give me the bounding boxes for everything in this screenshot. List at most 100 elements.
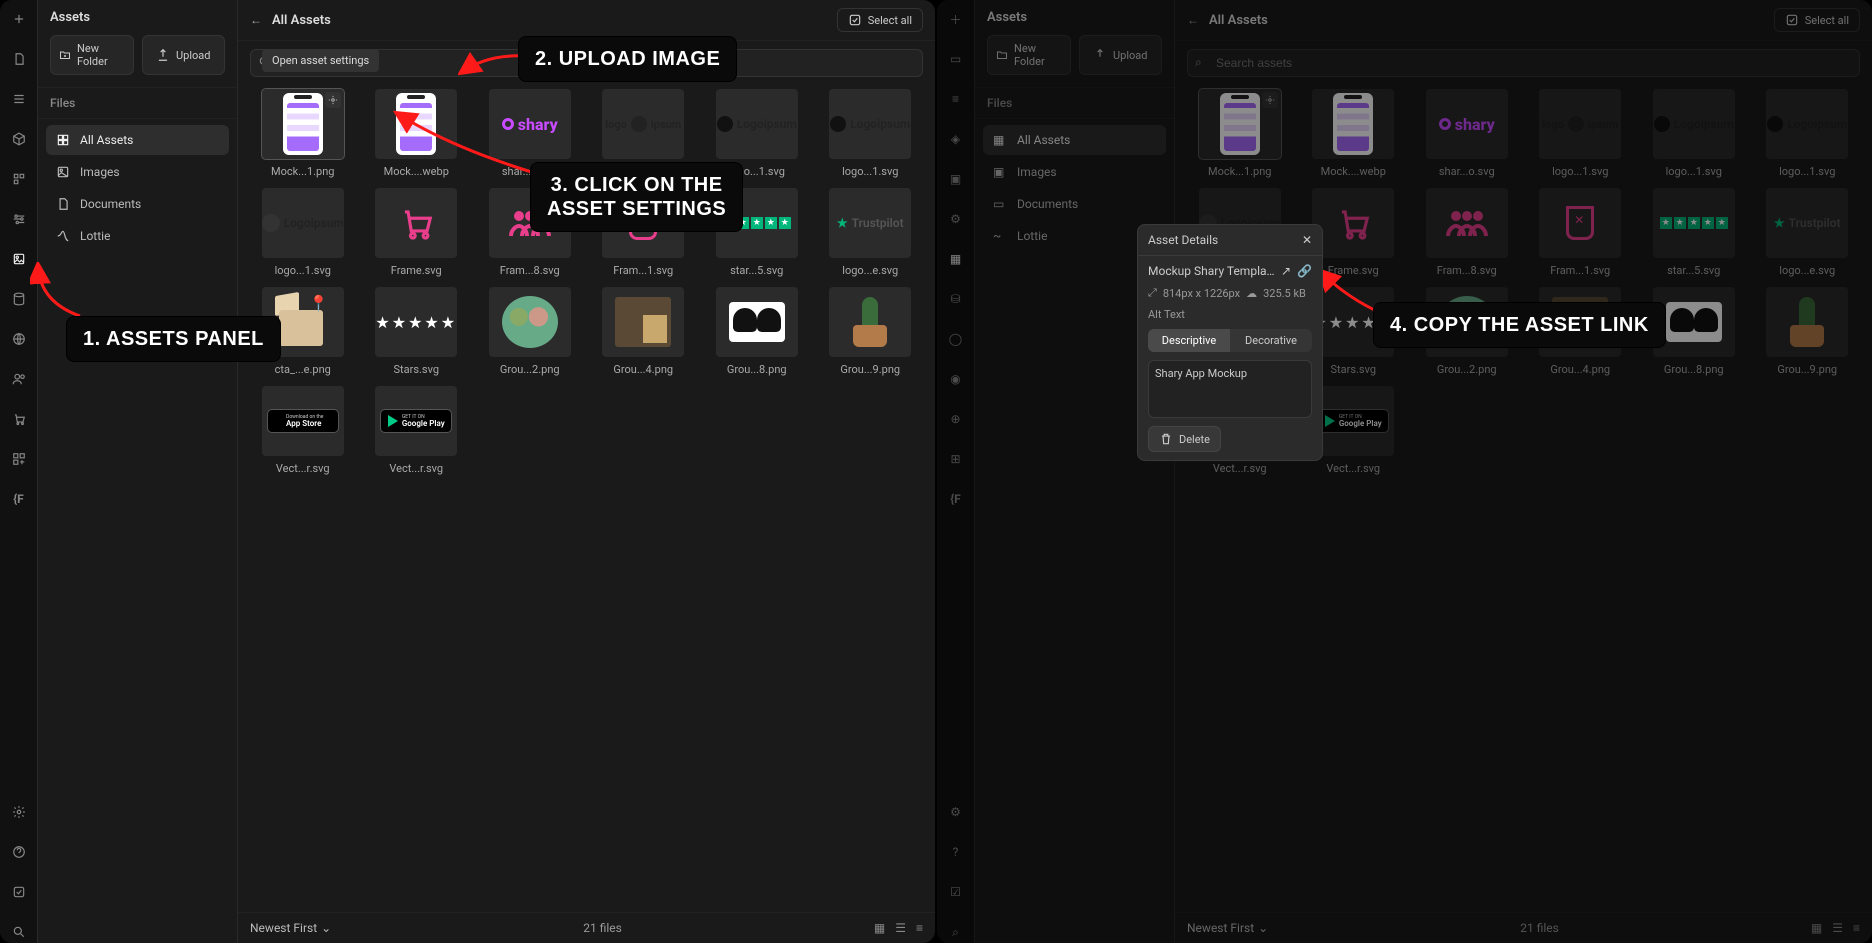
- page-icon[interactable]: ▭: [945, 48, 967, 70]
- cube-icon[interactable]: [8, 128, 30, 150]
- asset-thumb[interactable]: Logoipsum: [1653, 89, 1735, 159]
- asset-thumb[interactable]: ★Trustpilot: [829, 188, 911, 258]
- cart-icon[interactable]: ⊕: [945, 408, 967, 430]
- nav-documents[interactable]: ▭Documents: [983, 189, 1166, 219]
- asset-thumb[interactable]: ★★★★★: [375, 287, 457, 357]
- sliders-icon[interactable]: ⚙: [945, 208, 967, 230]
- grid-view-icon[interactable]: ▦: [874, 921, 885, 935]
- asset-item[interactable]: Mock...1.png: [1187, 89, 1293, 178]
- list-view-icon[interactable]: ☰: [1832, 921, 1843, 935]
- asset-thumb[interactable]: [716, 287, 798, 357]
- asset-item[interactable]: GET IT ONGoogle PlayVect...r.svg: [364, 386, 470, 475]
- asset-item[interactable]: ★★★★★Stars.svg: [364, 287, 470, 376]
- sort-button[interactable]: Newest First ⌄: [1187, 921, 1268, 935]
- asset-thumb[interactable]: [602, 287, 684, 357]
- asset-item[interactable]: Logoipsumlogo...1.svg: [1755, 89, 1861, 178]
- page-icon[interactable]: [8, 48, 30, 70]
- apps-icon[interactable]: [8, 448, 30, 470]
- asset-thumb[interactable]: shary: [489, 89, 571, 159]
- cart-icon[interactable]: [8, 408, 30, 430]
- db-icon[interactable]: [8, 168, 30, 190]
- external-link-icon[interactable]: ↗: [1281, 264, 1291, 278]
- asset-item[interactable]: Mock...1.png: [250, 89, 356, 178]
- back-icon[interactable]: ←: [250, 13, 262, 27]
- asset-item[interactable]: ★★★★★star...5.svg: [1641, 188, 1747, 277]
- db-icon[interactable]: ▣: [945, 168, 967, 190]
- asset-thumb[interactable]: [1426, 188, 1508, 258]
- asset-thumb[interactable]: Logoipsum: [716, 89, 798, 159]
- nav-images[interactable]: ▣Images: [983, 157, 1166, 187]
- asset-thumb[interactable]: Logoipsum: [262, 188, 344, 258]
- asset-thumb[interactable]: ★Trustpilot: [1766, 188, 1848, 258]
- globe-icon[interactable]: [8, 328, 30, 350]
- asset-settings-icon[interactable]: [325, 92, 341, 108]
- asset-item[interactable]: Mock....webp: [1301, 89, 1407, 178]
- cube-icon[interactable]: ◈: [945, 128, 967, 150]
- asset-thumb[interactable]: [375, 188, 457, 258]
- search-rail-icon[interactable]: [8, 921, 30, 943]
- users-icon[interactable]: ◉: [945, 368, 967, 390]
- asset-item[interactable]: Grou...9.png: [1755, 287, 1861, 376]
- compact-view-icon[interactable]: ≡: [916, 921, 923, 935]
- upload-button[interactable]: Upload: [1079, 35, 1163, 75]
- asset-item[interactable]: Fram...8.svg: [1414, 188, 1520, 277]
- new-folder-button[interactable]: New Folder: [987, 35, 1071, 75]
- alt-text-input[interactable]: [1148, 360, 1312, 418]
- asset-settings-icon[interactable]: [1262, 92, 1278, 108]
- assets-icon[interactable]: ▦: [945, 248, 967, 270]
- nav-all-assets[interactable]: All Assets: [46, 125, 229, 155]
- database-icon[interactable]: [8, 288, 30, 310]
- asset-thumb[interactable]: logoipsum: [1539, 89, 1621, 159]
- asset-item[interactable]: Fram...1.svg: [1528, 188, 1634, 277]
- asset-item[interactable]: Logoipsumlogo...1.svg: [1641, 89, 1747, 178]
- brace-icon[interactable]: {F: [945, 488, 967, 510]
- asset-thumb[interactable]: [1312, 188, 1394, 258]
- asset-thumb[interactable]: GET IT ONGoogle Play: [375, 386, 457, 456]
- asset-thumb[interactable]: shary: [1426, 89, 1508, 159]
- search-rail-icon[interactable]: ⌕: [945, 921, 967, 943]
- asset-thumb[interactable]: [375, 89, 457, 159]
- asset-item[interactable]: Logoipsumlogo...1.svg: [818, 89, 924, 178]
- back-icon[interactable]: ←: [1187, 13, 1199, 27]
- asset-thumb[interactable]: [489, 287, 571, 357]
- asset-thumb[interactable]: [1539, 188, 1621, 258]
- nav-images[interactable]: Images: [46, 157, 229, 187]
- database-icon[interactable]: ⛁: [945, 288, 967, 310]
- users-icon[interactable]: [8, 368, 30, 390]
- asset-item[interactable]: logoipsumlogo...1.svg: [1528, 89, 1634, 178]
- asset-thumb[interactable]: Logoipsum: [1766, 89, 1848, 159]
- asset-thumb[interactable]: [829, 287, 911, 357]
- add-icon[interactable]: [8, 8, 30, 30]
- close-icon[interactable]: ✕: [1302, 233, 1312, 247]
- list-icon[interactable]: ≡: [945, 88, 967, 110]
- grid-view-icon[interactable]: ▦: [1811, 921, 1822, 935]
- asset-item[interactable]: Frame.svg: [364, 188, 470, 277]
- new-folder-button[interactable]: New Folder: [50, 35, 134, 75]
- asset-thumb[interactable]: [262, 89, 344, 159]
- search-input[interactable]: [1187, 49, 1860, 77]
- asset-item[interactable]: ★Trustpilotlogo...e.svg: [1755, 188, 1861, 277]
- globe-icon[interactable]: ◯: [945, 328, 967, 350]
- delete-button[interactable]: Delete: [1148, 426, 1221, 452]
- asset-item[interactable]: sharyshar...o.svg: [1414, 89, 1520, 178]
- list-view-icon[interactable]: ☰: [895, 921, 906, 935]
- brace-icon[interactable]: {F: [8, 488, 30, 510]
- check-icon[interactable]: ☑: [945, 881, 967, 903]
- gear-icon[interactable]: ⚙: [945, 801, 967, 823]
- asset-item[interactable]: Mock....webp: [364, 89, 470, 178]
- nav-lottie[interactable]: Lottie: [46, 221, 229, 251]
- select-all-button[interactable]: Select all: [837, 8, 923, 32]
- asset-item[interactable]: ★Trustpilotlogo...e.svg: [818, 188, 924, 277]
- sliders-icon[interactable]: [8, 208, 30, 230]
- asset-thumb[interactable]: ★★★★★: [1653, 188, 1735, 258]
- assets-icon[interactable]: [8, 248, 30, 270]
- gear-icon[interactable]: [8, 801, 30, 823]
- list-icon[interactable]: [8, 88, 30, 110]
- asset-thumb[interactable]: [1199, 89, 1281, 159]
- help-icon[interactable]: ?: [945, 841, 967, 863]
- asset-item[interactable]: Grou...8.png: [704, 287, 810, 376]
- asset-item[interactable]: Logoipsumlogo...1.svg: [250, 188, 356, 277]
- help-icon[interactable]: [8, 841, 30, 863]
- asset-thumb[interactable]: Logoipsum: [829, 89, 911, 159]
- tab-descriptive[interactable]: Descriptive: [1148, 329, 1230, 352]
